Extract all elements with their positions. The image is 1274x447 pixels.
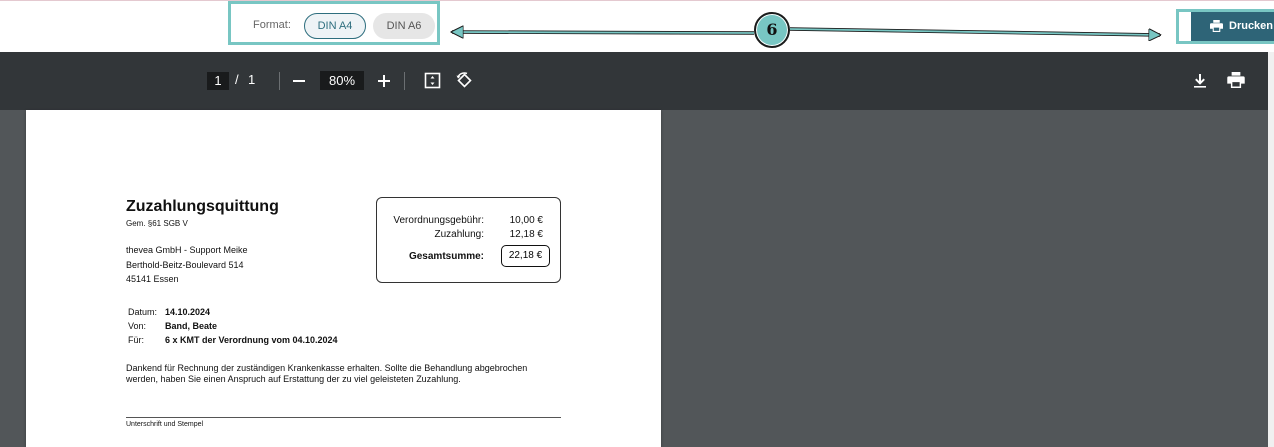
printer-icon[interactable]: [1227, 72, 1245, 88]
company-name: thevea GmbH - Support Meike: [126, 245, 248, 255]
from-value: Band, Beate: [165, 321, 218, 331]
toolbar-divider: [404, 72, 405, 90]
callout-arrows: [0, 0, 1274, 60]
note-line-1: Dankend für Rechnung der zuständigen Kra…: [126, 363, 528, 373]
document-title: Zuzahlungsquittung: [126, 198, 279, 215]
fee-value: 10,00 €: [509, 215, 543, 226]
toolbar-divider: [279, 72, 280, 90]
page-separator: /: [235, 72, 239, 87]
copay-value: 12,18 €: [509, 229, 543, 240]
note-line-2: werden, haben Sie einen Anspruch auf Ers…: [126, 374, 461, 384]
company-city: 45141 Essen: [126, 274, 179, 284]
minus-icon[interactable]: [292, 74, 306, 88]
plus-icon[interactable]: [377, 74, 391, 88]
signature-label: Unterschrift und Stempel: [126, 421, 204, 428]
pdf-viewer-toolbar: [0, 52, 1274, 110]
company-street: Berthold-Beitz-Boulevard 514: [126, 260, 244, 270]
document-subtitle: Gem. §61 SGB V: [126, 219, 188, 228]
page-total: 1: [248, 72, 256, 87]
for-value: 6 x KMT der Verordnung vom 04.10.2024: [165, 335, 338, 345]
page-number-input[interactable]: 1: [207, 72, 229, 90]
date-value: 14.10.2024: [165, 307, 211, 317]
fit-page-icon[interactable]: [424, 72, 441, 89]
pdf-page: [26, 110, 661, 447]
from-label: Von:: [128, 321, 147, 331]
total-label: Gesamtsumme:: [408, 251, 484, 262]
amount-summary-box: [376, 197, 561, 283]
download-icon[interactable]: [1193, 73, 1207, 88]
date-label: Datum:: [128, 307, 158, 317]
scrollbar[interactable]: [1268, 52, 1274, 447]
fee-label: Verordnungsgebühr:: [393, 215, 484, 226]
rotate-icon[interactable]: [455, 71, 474, 90]
total-value: 22,18 €: [501, 245, 550, 267]
signature-line: [126, 417, 561, 418]
for-label: Für:: [128, 335, 145, 345]
zoom-input[interactable]: 80%: [320, 71, 364, 90]
callout-badge: 6: [754, 12, 790, 48]
copay-label: Zuzahlung:: [434, 229, 484, 240]
